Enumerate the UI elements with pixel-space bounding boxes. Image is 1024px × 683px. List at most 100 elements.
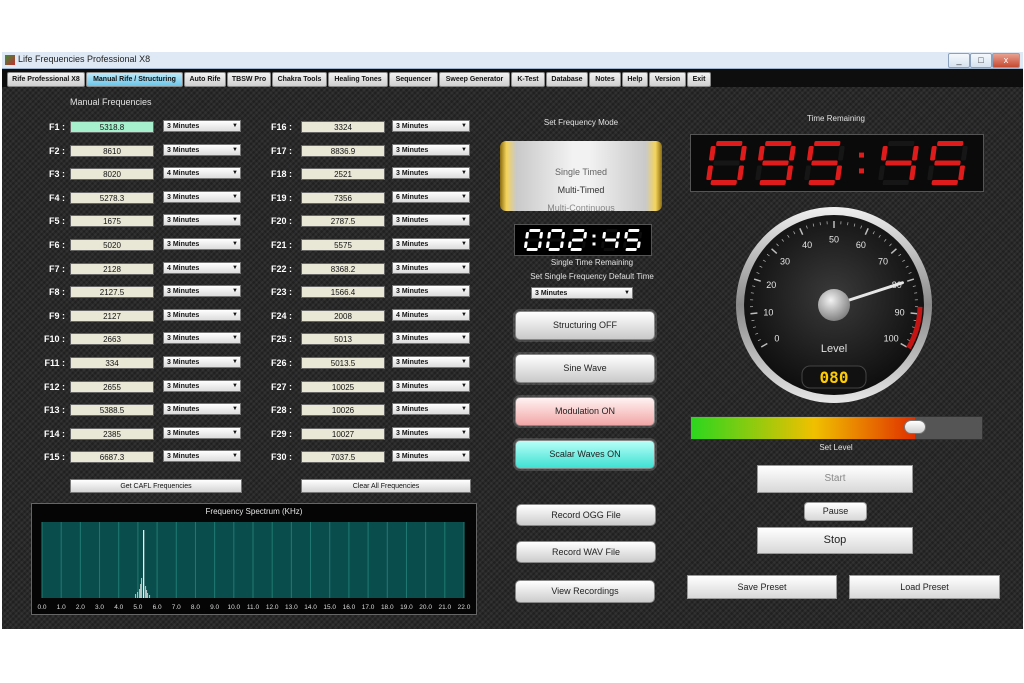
duration-select-f20[interactable]: 3 Minutes ▼ (392, 214, 470, 227)
duration-select-f8[interactable]: 3 Minutes ▼ (163, 285, 241, 298)
freq-input-f4[interactable]: 5278.3 (70, 191, 154, 204)
freq-input-f19[interactable]: 7356 (301, 191, 385, 204)
modulation-button[interactable]: Modulation ON (515, 397, 655, 426)
freq-input-f11[interactable]: 334 (70, 357, 154, 369)
save-preset-button[interactable]: Save Preset (687, 575, 837, 599)
freq-input-f12[interactable]: 2655 (70, 380, 154, 393)
duration-select-f23[interactable]: 3 Minutes ▼ (392, 285, 470, 298)
tab-version[interactable]: Version (649, 72, 686, 87)
duration-select-f16[interactable]: 3 Minutes ▼ (392, 120, 470, 132)
freq-input-f6[interactable]: 5020 (70, 239, 154, 251)
default-time-select[interactable]: 3 Minutes ▼ (531, 287, 633, 299)
tab-database[interactable]: Database (546, 72, 588, 87)
freq-input-f20[interactable]: 2787.5 (301, 215, 385, 228)
duration-select-f24[interactable]: 4 Minutes ▼ (392, 308, 470, 321)
close-button[interactable]: x (992, 53, 1020, 68)
freq-input-f3[interactable]: 8020 (70, 168, 154, 181)
duration-select-f5[interactable]: 3 Minutes ▼ (163, 214, 241, 227)
duration-select-f27[interactable]: 3 Minutes ▼ (392, 379, 470, 392)
freq-input-f10[interactable]: 2663 (70, 333, 154, 346)
level-slider-thumb[interactable] (904, 420, 927, 434)
level-slider[interactable] (690, 416, 983, 440)
tab-help[interactable]: Help (622, 72, 648, 87)
freq-input-f15[interactable]: 6687.3 (70, 451, 154, 464)
duration-select-f10[interactable]: 3 Minutes ▼ (163, 332, 241, 345)
tab-manual-rife[interactable]: Manual Rife / Structuring (86, 72, 183, 87)
duration-select-f22[interactable]: 3 Minutes ▼ (392, 261, 470, 274)
duration-select-f11[interactable]: 3 Minutes ▼ (163, 356, 241, 368)
tab-sequencer[interactable]: Sequencer (389, 72, 438, 87)
freq-input-f21[interactable]: 5575 (301, 239, 385, 251)
tab-notes[interactable]: Notes (589, 72, 621, 87)
freq-input-f28[interactable]: 10026 (301, 404, 385, 417)
freq-input-f17[interactable]: 8836.9 (301, 144, 385, 157)
freq-input-f30[interactable]: 7037.5 (301, 451, 385, 464)
freq-input-f1[interactable]: 5318.8 (70, 121, 154, 133)
scalar-waves-button[interactable]: Scalar Waves ON (515, 440, 655, 469)
lcd-segment (882, 180, 909, 185)
duration-select-f1[interactable]: 3 Minutes ▼ (163, 120, 241, 132)
duration-select-f4[interactable]: 3 Minutes ▼ (163, 190, 241, 203)
freq-input-f8[interactable]: 2127.5 (70, 286, 154, 299)
duration-select-f19[interactable]: 6 Minutes ▼ (392, 190, 470, 203)
structuring-button[interactable]: Structuring OFF (515, 311, 655, 340)
view-recordings-button[interactable]: View Recordings (515, 580, 655, 603)
duration-select-f3[interactable]: 4 Minutes ▼ (163, 167, 241, 180)
duration-select-f17[interactable]: 3 Minutes ▼ (392, 143, 470, 156)
duration-select-f12[interactable]: 3 Minutes ▼ (163, 379, 241, 392)
frequency-mode-selector[interactable]: Single Timed Multi-Timed Multi-Continuou… (500, 141, 662, 211)
load-preset-button[interactable]: Load Preset (849, 575, 1000, 599)
tab-rife-professional[interactable]: Rife Professional X8 (7, 72, 85, 87)
freq-input-f13[interactable]: 5388.5 (70, 404, 154, 417)
freq-input-f27[interactable]: 10025 (301, 380, 385, 393)
duration-select-f18[interactable]: 3 Minutes ▼ (392, 167, 470, 180)
freq-input-f25[interactable]: 5013 (301, 333, 385, 346)
tab-chakra-tools[interactable]: Chakra Tools (272, 72, 327, 87)
freq-input-f5[interactable]: 1675 (70, 215, 154, 228)
duration-select-f7[interactable]: 4 Minutes ▼ (163, 261, 241, 274)
duration-select-f14[interactable]: 3 Minutes ▼ (163, 426, 241, 439)
freq-input-f2[interactable]: 8610 (70, 144, 154, 157)
duration-select-f9[interactable]: 3 Minutes ▼ (163, 308, 241, 321)
freq-input-f26[interactable]: 5013.5 (301, 357, 385, 369)
duration-select-f13[interactable]: 3 Minutes ▼ (163, 403, 241, 416)
duration-value-f1: 3 Minutes (167, 123, 200, 130)
mode-option-multi-timed[interactable]: Multi-Timed (500, 185, 662, 195)
duration-select-f25[interactable]: 3 Minutes ▼ (392, 332, 470, 345)
duration-select-f21[interactable]: 3 Minutes ▼ (392, 238, 470, 250)
duration-select-f15[interactable]: 3 Minutes ▼ (163, 450, 241, 463)
duration-select-f30[interactable]: 3 Minutes ▼ (392, 450, 470, 463)
mode-option-single-timed[interactable]: Single Timed (500, 167, 662, 177)
freq-input-f24[interactable]: 2008 (301, 309, 385, 322)
tab-auto-rife[interactable]: Auto Rife (184, 72, 226, 87)
duration-select-f28[interactable]: 3 Minutes ▼ (392, 403, 470, 416)
minimize-button[interactable]: _ (948, 53, 970, 68)
freq-input-f18[interactable]: 2521 (301, 168, 385, 181)
tab-sweep-generator[interactable]: Sweep Generator (439, 72, 510, 87)
duration-select-f29[interactable]: 3 Minutes ▼ (392, 426, 470, 439)
pause-button[interactable]: Pause (804, 502, 867, 521)
freq-input-f9[interactable]: 2127 (70, 309, 154, 322)
clear-all-button[interactable]: Clear All Frequencies (301, 479, 471, 493)
tab-exit[interactable]: Exit (687, 72, 711, 87)
duration-select-f6[interactable]: 3 Minutes ▼ (163, 238, 241, 250)
tab-healing-tones[interactable]: Healing Tones (328, 72, 388, 87)
record-wav-button[interactable]: Record WAV File (516, 541, 656, 563)
freq-input-f29[interactable]: 10027 (301, 427, 385, 440)
mode-option-multi-continuous[interactable]: Multi-Continuous (500, 203, 662, 211)
record-ogg-button[interactable]: Record OGG File (516, 504, 656, 526)
freq-input-f23[interactable]: 1566.4 (301, 286, 385, 299)
sine-wave-button[interactable]: Sine Wave (515, 354, 655, 383)
start-button[interactable]: Start (757, 465, 913, 493)
duration-select-f26[interactable]: 3 Minutes ▼ (392, 356, 470, 368)
freq-input-f16[interactable]: 3324 (301, 121, 385, 133)
stop-button[interactable]: Stop (757, 527, 913, 554)
tab-k-test[interactable]: K-Test (511, 72, 545, 87)
get-cafl-button[interactable]: Get CAFL Frequencies (70, 479, 242, 493)
freq-input-f7[interactable]: 2128 (70, 262, 154, 275)
freq-input-f14[interactable]: 2385 (70, 427, 154, 440)
tab-tbsw-pro[interactable]: TBSW Pro (227, 72, 271, 87)
maximize-button[interactable]: □ (970, 53, 992, 68)
duration-select-f2[interactable]: 3 Minutes ▼ (163, 143, 241, 156)
freq-input-f22[interactable]: 8368.2 (301, 262, 385, 275)
